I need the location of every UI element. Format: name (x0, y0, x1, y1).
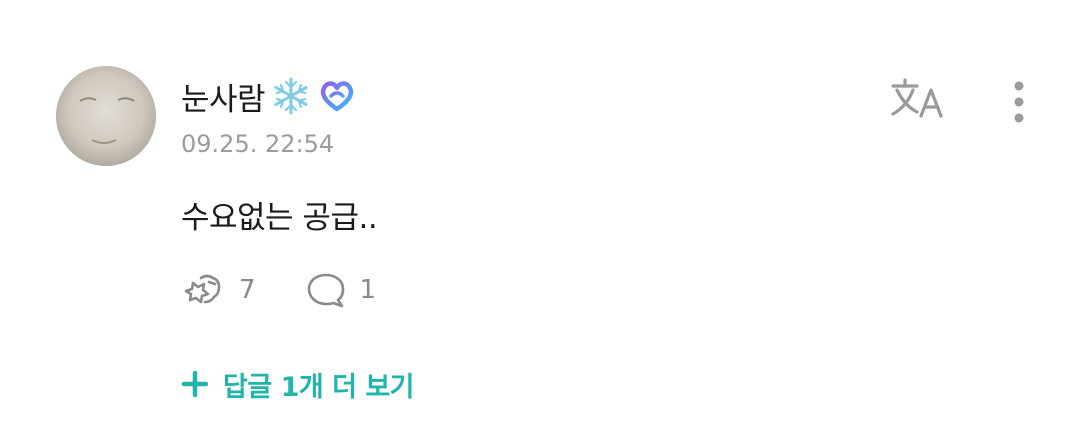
heart-badge-icon (317, 76, 357, 116)
view-more-replies-button[interactable]: 답글 1개 더 보기 (181, 362, 415, 406)
comment-text: 수요없는 공급.. (181, 200, 378, 236)
comment-item: 눈사람 09.25. 22:54 수요없는 공급.. 7 1 답글 1개 더 보… (0, 0, 1080, 448)
snowman-avatar-image (56, 66, 156, 166)
comment-actions: 7 1 (181, 268, 376, 312)
plus-icon (181, 370, 209, 398)
like-hand-icon (184, 274, 221, 304)
author-row: 눈사람 (181, 74, 357, 118)
translate-button[interactable] (887, 76, 951, 124)
reply-count: 1 (359, 275, 377, 305)
reply-button[interactable]: 1 (304, 270, 377, 310)
more-vertical-icon (1014, 81, 1024, 123)
snowflake-icon (271, 76, 311, 116)
more-options-button[interactable] (1003, 78, 1035, 126)
comment-timestamp: 09.25. 22:54 (181, 130, 335, 158)
like-button[interactable]: 7 (181, 270, 256, 310)
translate-icon (891, 78, 943, 118)
like-count: 7 (239, 275, 256, 305)
avatar[interactable] (56, 66, 156, 166)
view-more-replies-label: 답글 1개 더 보기 (223, 371, 415, 403)
speech-bubble-icon (307, 273, 344, 308)
author-name[interactable]: 눈사람 (181, 74, 266, 119)
